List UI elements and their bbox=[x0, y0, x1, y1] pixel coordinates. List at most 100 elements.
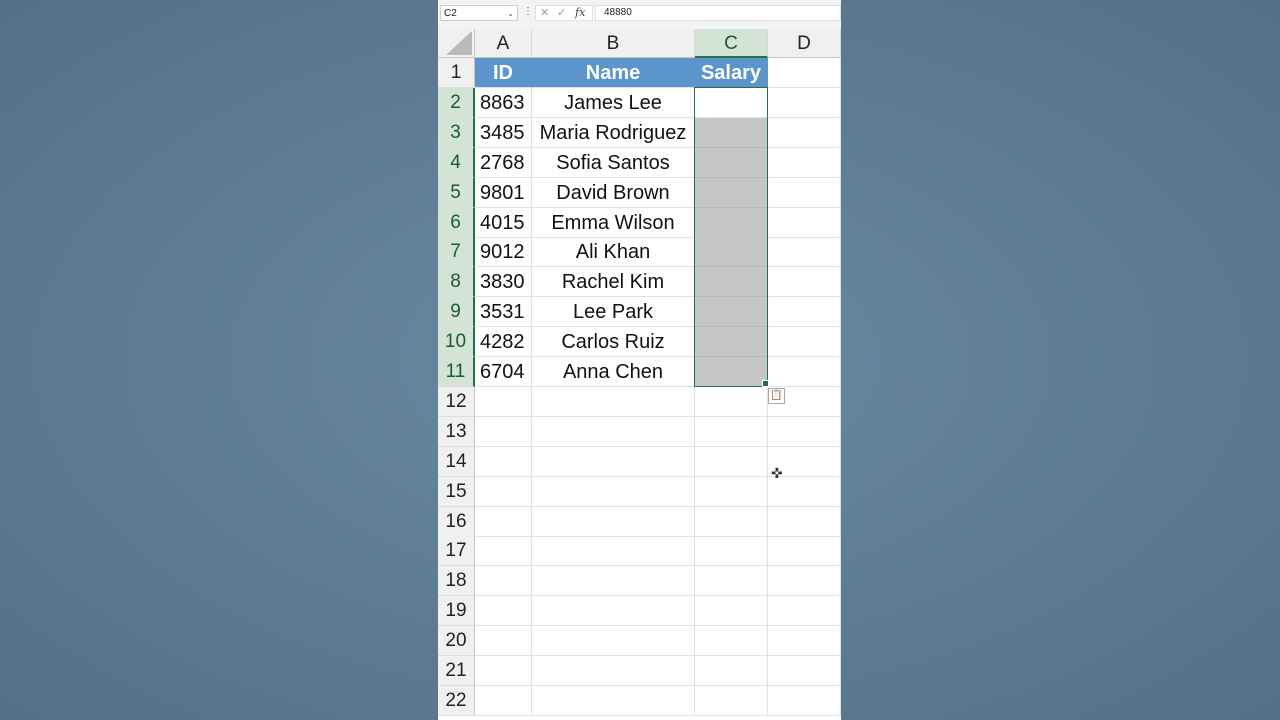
cell-name[interactable]: Sofia Santos bbox=[532, 147, 695, 178]
cell-d[interactable] bbox=[768, 566, 841, 597]
cell-d[interactable] bbox=[768, 626, 841, 657]
cell-d[interactable] bbox=[768, 416, 841, 447]
cell-d[interactable] bbox=[768, 237, 841, 268]
cell-a[interactable] bbox=[475, 416, 532, 447]
select-all-button[interactable] bbox=[438, 29, 475, 58]
cancel-icon[interactable]: ✕ bbox=[540, 6, 549, 20]
row-header[interactable]: 1 bbox=[438, 58, 475, 88]
cell-a[interactable] bbox=[475, 476, 532, 507]
row-header[interactable]: 13 bbox=[438, 416, 475, 447]
cell-b[interactable] bbox=[532, 476, 695, 507]
cell-salary[interactable] bbox=[695, 297, 768, 328]
cell-c[interactable] bbox=[695, 416, 768, 447]
cell-d[interactable] bbox=[768, 685, 841, 716]
cell-b[interactable] bbox=[532, 596, 695, 627]
row-header[interactable]: 15 bbox=[438, 476, 475, 507]
cell-b[interactable] bbox=[532, 386, 695, 417]
paste-options-icon[interactable]: 📋 bbox=[768, 388, 785, 404]
row-header[interactable]: 7 bbox=[438, 237, 475, 268]
row-header[interactable]: 19 bbox=[438, 596, 475, 627]
cell-a[interactable] bbox=[475, 386, 532, 417]
cell-c[interactable] bbox=[695, 685, 768, 716]
cell-d[interactable] bbox=[768, 357, 841, 387]
cell-id[interactable]: 4015 bbox=[475, 207, 532, 238]
cell-name[interactable]: Carlos Ruiz bbox=[532, 327, 695, 358]
row-header[interactable]: 2 bbox=[438, 87, 475, 118]
cell-name[interactable]: Anna Chen bbox=[532, 357, 695, 387]
column-header-c[interactable]: C bbox=[695, 29, 768, 58]
name-box[interactable]: C2 ⌄ bbox=[440, 5, 518, 21]
cell-c[interactable] bbox=[695, 596, 768, 627]
cell-d[interactable] bbox=[768, 506, 841, 537]
header-cell-name[interactable]: Name bbox=[532, 58, 695, 88]
row-header[interactable]: 22 bbox=[438, 685, 475, 716]
cell-salary[interactable] bbox=[695, 357, 768, 387]
row-header[interactable]: 4 bbox=[438, 147, 475, 178]
cell-b[interactable] bbox=[532, 446, 695, 477]
column-header-b[interactable]: B bbox=[532, 29, 695, 58]
enter-icon[interactable]: ✓ bbox=[557, 6, 566, 20]
formula-input[interactable]: 48880 bbox=[595, 5, 841, 21]
row-header[interactable]: 6 bbox=[438, 207, 475, 238]
cell-a[interactable] bbox=[475, 506, 532, 537]
cell-a[interactable] bbox=[475, 446, 532, 477]
cell-name[interactable]: Emma Wilson bbox=[532, 207, 695, 238]
cell-d[interactable] bbox=[768, 207, 841, 238]
cell-d[interactable] bbox=[768, 117, 841, 148]
cell-d[interactable] bbox=[768, 536, 841, 567]
cell-salary[interactable] bbox=[695, 267, 768, 298]
cell-b[interactable] bbox=[532, 506, 695, 537]
chevron-down-icon[interactable]: ⌄ bbox=[507, 6, 514, 22]
cell-d[interactable] bbox=[768, 327, 841, 358]
cell-id[interactable]: 4282 bbox=[475, 327, 532, 358]
cell-b[interactable] bbox=[532, 685, 695, 716]
cell-id[interactable]: 2768 bbox=[475, 147, 532, 178]
row-header[interactable]: 20 bbox=[438, 626, 475, 657]
cell-id[interactable]: 8863 bbox=[475, 87, 532, 118]
cell-id[interactable]: 6704 bbox=[475, 357, 532, 387]
cell-salary[interactable] bbox=[695, 117, 768, 148]
fill-handle[interactable] bbox=[762, 380, 769, 387]
row-header[interactable]: 10 bbox=[438, 327, 475, 358]
cell-d[interactable] bbox=[768, 177, 841, 208]
cell-b[interactable] bbox=[532, 416, 695, 447]
column-header-d[interactable]: D bbox=[768, 29, 841, 58]
cell-b[interactable] bbox=[532, 536, 695, 567]
cell-c[interactable] bbox=[695, 626, 768, 657]
active-cell-salary[interactable] bbox=[695, 87, 768, 118]
cell-salary[interactable] bbox=[695, 237, 768, 268]
cell-c[interactable] bbox=[695, 386, 768, 417]
header-cell-id[interactable]: ID bbox=[475, 58, 532, 88]
cell-name[interactable]: Maria Rodriguez bbox=[532, 117, 695, 148]
column-header-a[interactable]: A bbox=[475, 29, 532, 58]
cell-id[interactable]: 3531 bbox=[475, 297, 532, 328]
row-header[interactable]: 16 bbox=[438, 506, 475, 537]
cell-a[interactable] bbox=[475, 596, 532, 627]
cell-a[interactable] bbox=[475, 685, 532, 716]
row-header[interactable]: 18 bbox=[438, 566, 475, 597]
cell-c[interactable] bbox=[695, 536, 768, 567]
cell-id[interactable]: 3485 bbox=[475, 117, 532, 148]
cell-a[interactable] bbox=[475, 536, 532, 567]
cell-c[interactable] bbox=[695, 656, 768, 686]
row-header[interactable]: 5 bbox=[438, 177, 475, 208]
cell-name[interactable]: Ali Khan bbox=[532, 237, 695, 268]
cell-a[interactable] bbox=[475, 626, 532, 657]
row-header[interactable]: 17 bbox=[438, 536, 475, 567]
row-header[interactable]: 8 bbox=[438, 267, 475, 298]
cell-name[interactable]: David Brown bbox=[532, 177, 695, 208]
row-header[interactable]: 12 bbox=[438, 386, 475, 417]
cell-b[interactable] bbox=[532, 656, 695, 686]
cell-salary[interactable] bbox=[695, 177, 768, 208]
cell-name[interactable]: Rachel Kim bbox=[532, 267, 695, 298]
cell-a[interactable] bbox=[475, 566, 532, 597]
cell-a[interactable] bbox=[475, 656, 532, 686]
cell-d[interactable] bbox=[768, 267, 841, 298]
cell-id[interactable]: 3830 bbox=[475, 267, 532, 298]
function-icon[interactable]: fx bbox=[575, 6, 585, 20]
cell-d[interactable] bbox=[768, 476, 841, 507]
row-header[interactable]: 11 bbox=[438, 357, 475, 387]
cell-salary[interactable] bbox=[695, 327, 768, 358]
cell-c[interactable] bbox=[695, 476, 768, 507]
cell-c[interactable] bbox=[695, 566, 768, 597]
